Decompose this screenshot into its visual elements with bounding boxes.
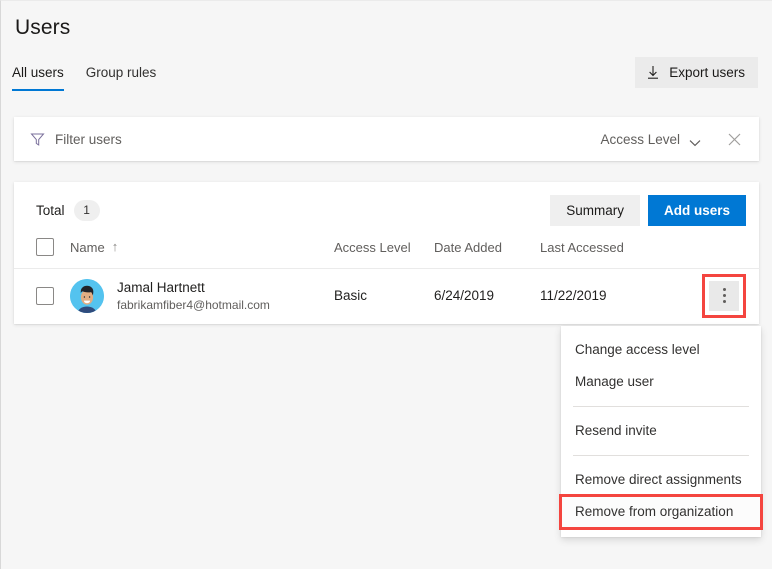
column-header-last-accessed-label: Last Accessed bbox=[540, 239, 624, 255]
menu-item-change-access-level[interactable]: Change access level bbox=[561, 334, 761, 366]
access-level-filter-label: Access Level bbox=[600, 131, 680, 147]
tab-all-users[interactable]: All users bbox=[1, 65, 75, 91]
total-indicator: Total 1 bbox=[36, 199, 100, 221]
total-count-badge: 1 bbox=[73, 199, 100, 221]
column-header-access-level-label: Access Level bbox=[334, 239, 411, 255]
date-added-value: 6/24/2019 bbox=[434, 287, 495, 303]
tab-all-users-label: All users bbox=[12, 65, 64, 80]
menu-item-remove-from-organization[interactable]: Remove from organization bbox=[559, 494, 763, 530]
toolbar-actions: Summary Add users bbox=[550, 194, 746, 226]
column-header-access-level[interactable]: Access Level bbox=[334, 238, 434, 269]
tab-group-rules[interactable]: Group rules bbox=[75, 65, 168, 91]
row-actions-cell bbox=[660, 269, 760, 323]
download-icon bbox=[646, 65, 660, 80]
chevron-down-icon bbox=[689, 135, 701, 147]
grid-toolbar: Total 1 Summary Add users bbox=[14, 182, 759, 238]
table-header-row: Name ↑ Access Level Date Added Last Acces… bbox=[14, 238, 760, 269]
column-header-date-added-label: Date Added bbox=[434, 239, 502, 255]
row-select-cell bbox=[14, 269, 70, 323]
more-vertical-icon-dot3 bbox=[722, 300, 726, 304]
summary-button[interactable]: Summary bbox=[550, 194, 640, 226]
export-users-button[interactable]: Export users bbox=[635, 57, 758, 88]
access-level-value: Basic bbox=[334, 287, 368, 303]
column-header-name[interactable]: Name ↑ bbox=[70, 238, 334, 269]
row-context-menu: Change access level Manage user Resend i… bbox=[559, 326, 763, 537]
user-name: Jamal Hartnett bbox=[117, 279, 205, 295]
filter-users-control[interactable]: Filter users bbox=[30, 132, 122, 147]
menu-separator-1 bbox=[573, 406, 749, 407]
header-row: All users Group rules Export users bbox=[1, 55, 772, 91]
select-all-header bbox=[14, 238, 70, 269]
add-users-button[interactable]: Add users bbox=[647, 194, 746, 226]
users-page: Users All users Group rules Export users bbox=[0, 0, 772, 569]
sort-ascending-icon: ↑ bbox=[111, 238, 119, 254]
more-options-highlight bbox=[702, 273, 746, 318]
filter-users-label: Filter users bbox=[55, 131, 122, 147]
close-icon bbox=[727, 132, 742, 147]
page-header: Users bbox=[1, 1, 772, 41]
tab-list: All users Group rules bbox=[1, 55, 167, 91]
access-level-filter-dropdown[interactable]: Access Level bbox=[600, 132, 701, 147]
users-grid-card: Total 1 Summary Add users Name ↑ Access … bbox=[14, 182, 760, 324]
column-header-last-accessed[interactable]: Last Accessed bbox=[540, 238, 660, 269]
more-vertical-icon-dot2 bbox=[722, 294, 726, 298]
export-users-label: Export users bbox=[669, 65, 745, 80]
column-header-name-label: Name bbox=[70, 239, 105, 255]
table-row[interactable]: Jamal Hartnett fabrikamfiber4@hotmail.co… bbox=[14, 269, 760, 323]
users-table-head: Name ↑ Access Level Date Added Last Acces… bbox=[14, 238, 760, 269]
menu-item-manage-user[interactable]: Manage user bbox=[561, 366, 761, 398]
tab-group-rules-label: Group rules bbox=[85, 65, 157, 80]
row-select-checkbox[interactable] bbox=[36, 286, 54, 305]
filter-bar-right: Access Level bbox=[600, 126, 747, 152]
users-table: Name ↑ Access Level Date Added Last Acces… bbox=[14, 238, 760, 323]
filter-bar: Filter users Access Level bbox=[14, 117, 759, 161]
row-access-level-cell: Basic bbox=[334, 269, 434, 323]
more-vertical-icon bbox=[722, 288, 726, 292]
page-title: Users bbox=[15, 16, 71, 39]
funnel-icon bbox=[30, 132, 45, 147]
row-user-cell: Jamal Hartnett fabrikamfiber4@hotmail.co… bbox=[70, 269, 334, 323]
row-last-accessed-cell: 11/22/2019 bbox=[540, 269, 660, 323]
last-accessed-value: 11/22/2019 bbox=[540, 287, 607, 303]
column-header-actions bbox=[660, 238, 760, 269]
menu-separator-2 bbox=[573, 455, 749, 456]
row-date-added-cell: 6/24/2019 bbox=[434, 269, 540, 323]
menu-item-resend-invite[interactable]: Resend invite bbox=[561, 415, 761, 447]
column-header-date-added[interactable]: Date Added bbox=[434, 238, 540, 269]
user-email: fabrikamfiber4@hotmail.com bbox=[117, 297, 270, 312]
more-options-button[interactable] bbox=[709, 280, 739, 311]
total-label: Total bbox=[36, 202, 65, 218]
clear-filters-button[interactable] bbox=[721, 126, 747, 152]
menu-item-remove-direct-assignments[interactable]: Remove direct assignments bbox=[561, 464, 761, 496]
avatar bbox=[70, 278, 104, 313]
select-all-checkbox[interactable] bbox=[36, 238, 54, 256]
users-table-body: Jamal Hartnett fabrikamfiber4@hotmail.co… bbox=[14, 269, 760, 323]
